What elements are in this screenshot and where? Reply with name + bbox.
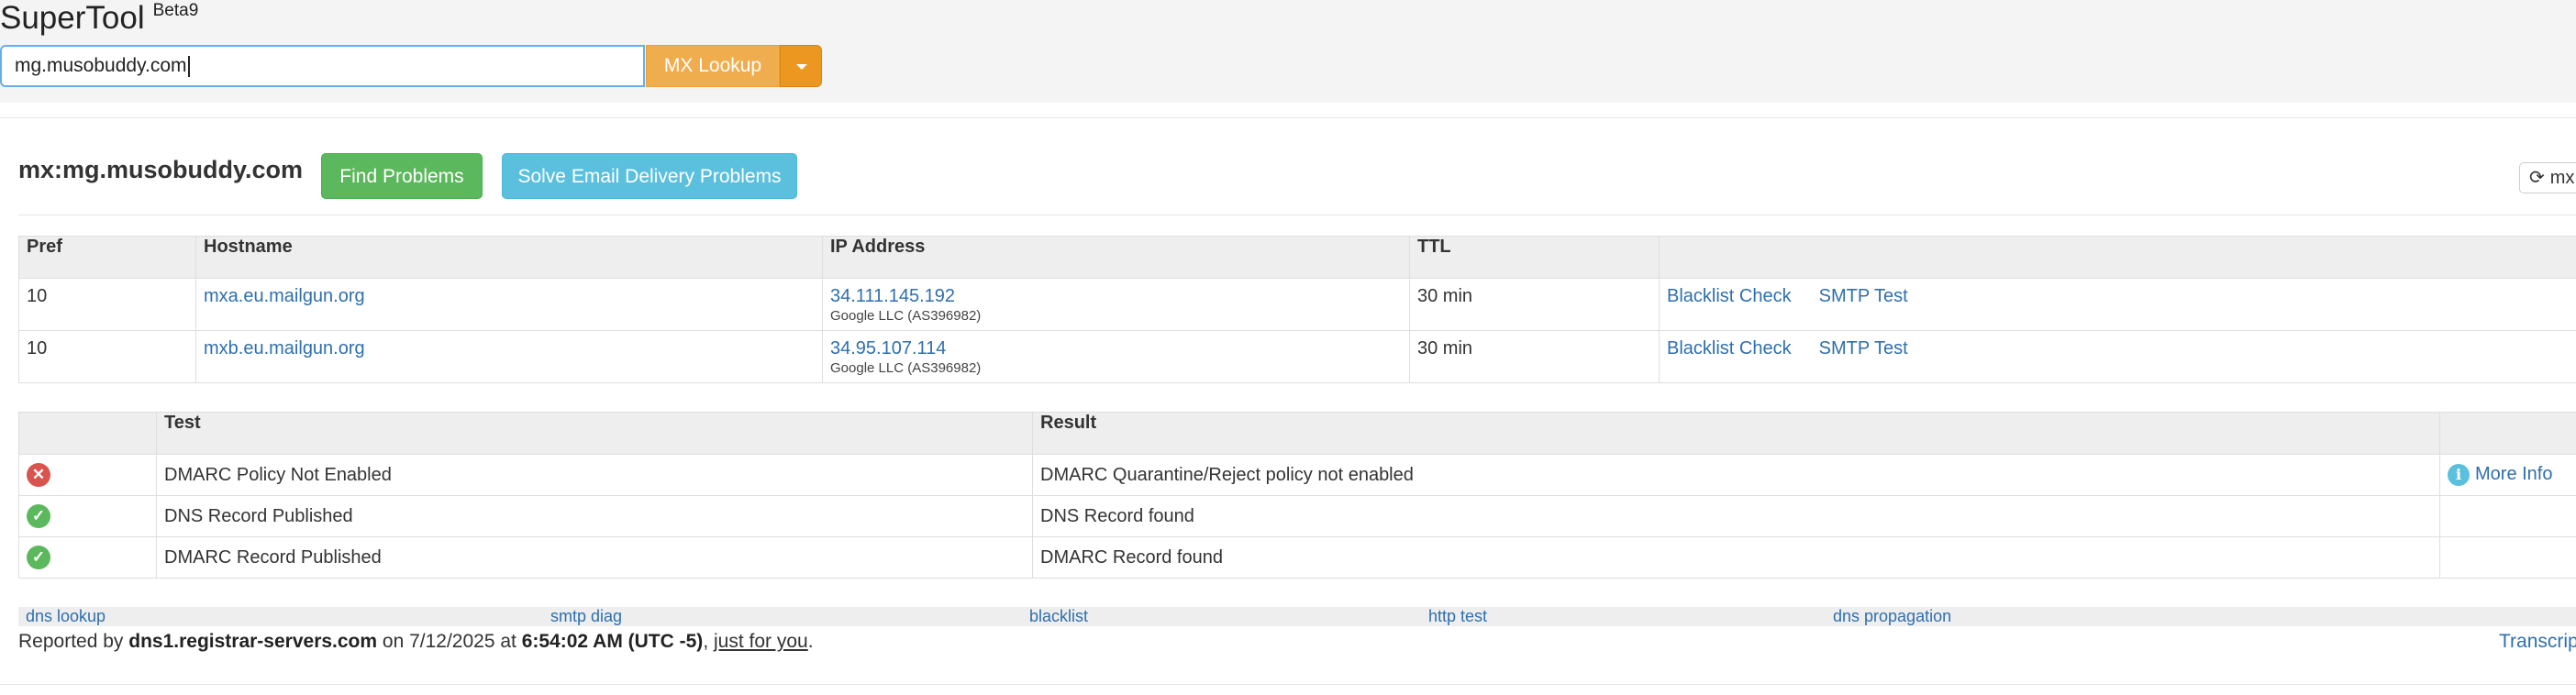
refresh-button[interactable]: ⟳ mx: [2519, 162, 2576, 193]
report-time: 6:54:02 AM (UTC -5): [521, 631, 704, 652]
table-header-row: Test Result: [18, 412, 2576, 455]
table-row: 10 mxb.eu.mailgun.org 34.95.107.114 Googl…: [18, 330, 2576, 383]
just-for-you-link[interactable]: just for you: [714, 631, 808, 652]
report-prefix: Reported by: [18, 631, 124, 652]
pref-cell: 10: [18, 278, 196, 331]
column-header-ttl: TTL: [1409, 236, 1660, 279]
report-comma: ,: [703, 631, 709, 652]
mx-records-table: Pref Hostname IP Address TTL 10 mxa.eu.m…: [18, 236, 2576, 383]
hostname-link[interactable]: mxb.eu.mailgun.org: [204, 338, 365, 359]
app-brand: SuperTool Beta9: [0, 0, 198, 37]
ttl-cell: 30 min: [1409, 278, 1660, 331]
app-title: SuperTool: [0, 0, 145, 36]
table-row: ✓ DMARC Record Published DMARC Record fo…: [18, 536, 2576, 579]
search-input[interactable]: mg.musobuddy.com: [0, 45, 645, 87]
column-header-ip-address: IP Address: [822, 236, 1410, 279]
result-cell: DMARC Quarantine/Reject policy not enabl…: [1032, 454, 2440, 496]
refresh-button-label: mx: [2549, 168, 2575, 188]
beta-badge: Beta9: [152, 1, 199, 20]
info-cell: [2439, 495, 2576, 537]
smtp-test-link[interactable]: SMTP Test: [1819, 338, 1908, 359]
actions-cell: Blacklist Check SMTP Test: [1659, 330, 2576, 383]
check-icon: ✓: [27, 546, 50, 569]
test-cell: DMARC Policy Not Enabled: [156, 454, 1033, 496]
test-results-table: Test Result ✕ DMARC Policy Not Enabled D…: [18, 412, 2576, 579]
footer-tools-bar: dns lookup smtp diag blacklist http test…: [18, 607, 2576, 626]
asn-label: Google LLC (AS396982): [830, 360, 982, 376]
blacklist-link[interactable]: blacklist: [1029, 607, 1088, 626]
search-input-value: mg.musobuddy.com: [15, 55, 187, 76]
more-info-link[interactable]: i More Info: [2448, 464, 2553, 486]
transcript-link[interactable]: Transcript: [2499, 631, 2576, 653]
lookup-type-dropdown-button[interactable]: [780, 45, 822, 87]
pref-cell: 10: [18, 330, 196, 383]
status-cell: ✓: [18, 536, 157, 579]
ip-cell: 34.95.107.114 Google LLC (AS396982): [822, 330, 1410, 383]
asn-label: Google LLC (AS396982): [830, 308, 982, 324]
table-row: ✕ DMARC Policy Not Enabled DMARC Quarant…: [18, 454, 2576, 496]
hostname-cell: mxa.eu.mailgun.org: [195, 278, 823, 331]
report-line: Reported by dns1.registrar-servers.com o…: [18, 631, 814, 653]
info-cell: [2439, 536, 2576, 579]
result-title: mx:mg.musobuddy.com: [18, 156, 304, 183]
column-header-status: [18, 412, 157, 455]
actions-cell: Blacklist Check SMTP Test: [1659, 278, 2576, 331]
refresh-icon: ⟳: [2529, 168, 2545, 188]
text-caret: [187, 55, 190, 77]
column-header-result: Result: [1032, 412, 2440, 455]
ip-address-link[interactable]: 34.111.145.192: [830, 286, 955, 306]
divider: [0, 684, 2576, 685]
info-icon: i: [2448, 464, 2470, 486]
hostname-cell: mxb.eu.mailgun.org: [195, 330, 823, 383]
status-cell: ✕: [18, 454, 157, 496]
column-header-info: [2439, 412, 2576, 455]
result-cell: DNS Record found: [1032, 495, 2440, 537]
ip-address-link[interactable]: 34.95.107.114: [830, 338, 946, 359]
smtp-test-link[interactable]: SMTP Test: [1819, 286, 1908, 306]
info-cell: i More Info: [2439, 454, 2576, 496]
column-header-pref: Pref: [18, 236, 196, 279]
dns-lookup-link[interactable]: dns lookup: [26, 607, 105, 626]
more-info-label: More Info: [2475, 464, 2553, 485]
hostname-link[interactable]: mxa.eu.mailgun.org: [204, 286, 365, 306]
solve-email-delivery-button[interactable]: Solve Email Delivery Problems: [502, 153, 797, 199]
report-date: on 7/12/2025 at: [382, 631, 516, 652]
column-header-test: Test: [156, 412, 1033, 455]
find-problems-button[interactable]: Find Problems: [321, 153, 483, 199]
ip-cell: 34.111.145.192 Google LLC (AS396982): [822, 278, 1410, 331]
blacklist-check-link[interactable]: Blacklist Check: [1667, 338, 1792, 359]
error-icon: ✕: [27, 463, 50, 487]
report-server: dns1.registrar-servers.com: [128, 631, 378, 652]
divider: [0, 117, 2576, 118]
status-cell: ✓: [18, 495, 157, 537]
report-period: .: [807, 631, 814, 652]
table-row: ✓ DNS Record Published DNS Record found: [18, 495, 2576, 537]
column-header-hostname: Hostname: [195, 236, 823, 279]
column-header-actions: [1659, 236, 2576, 279]
check-icon: ✓: [27, 504, 50, 528]
table-row: 10 mxa.eu.mailgun.org 34.111.145.192 Goog…: [18, 278, 2576, 331]
ttl-cell: 30 min: [1409, 330, 1660, 383]
test-cell: DMARC Record Published: [156, 536, 1033, 579]
mx-lookup-button[interactable]: MX Lookup: [646, 45, 780, 87]
result-cell: DMARC Record found: [1032, 536, 2440, 579]
table-header-row: Pref Hostname IP Address TTL: [18, 236, 2576, 279]
dns-propagation-link[interactable]: dns propagation: [1833, 607, 1951, 626]
test-cell: DNS Record Published: [156, 495, 1033, 537]
http-test-link[interactable]: http test: [1428, 607, 1487, 626]
blacklist-check-link[interactable]: Blacklist Check: [1667, 286, 1792, 306]
smtp-diag-link[interactable]: smtp diag: [550, 607, 622, 626]
